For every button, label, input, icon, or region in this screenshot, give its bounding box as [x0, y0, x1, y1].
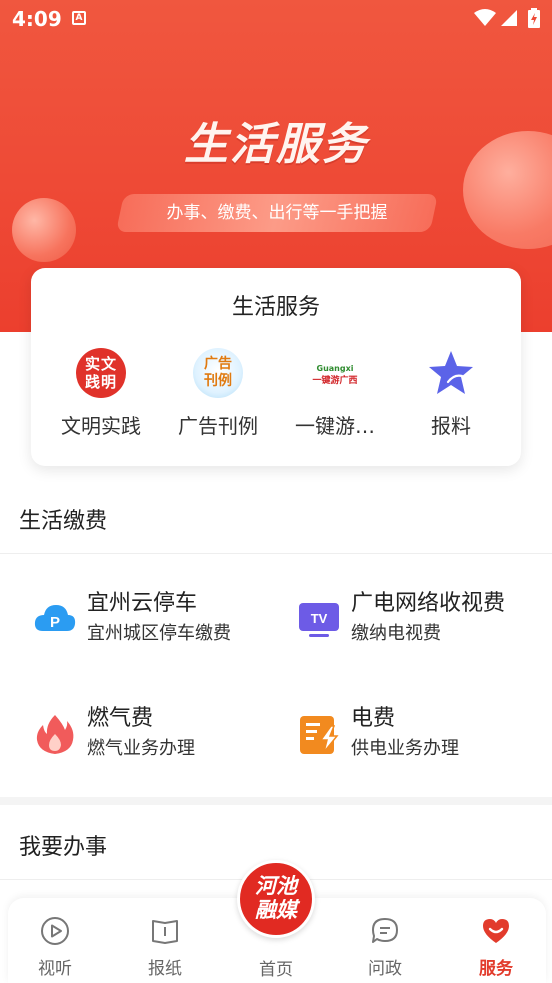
flame-icon [36, 715, 74, 754]
pay-item-name: 燃气费 [87, 706, 154, 731]
nav-item-service[interactable]: 服务 [456, 916, 536, 979]
wifi-icon [474, 9, 496, 26]
nav-label-home[interactable]: 首页 [237, 955, 315, 980]
svg-text:P: P [50, 614, 60, 631]
icon-text: 刊例 [204, 373, 232, 389]
service-civilization[interactable]: 实文 践明 文明实践 [41, 348, 161, 448]
star-icon [429, 351, 473, 394]
icon-text: 践明 [84, 373, 117, 391]
icon-text: Guangxi [316, 364, 354, 373]
card-title: 生活服务 [231, 295, 320, 320]
book-icon [152, 920, 178, 944]
signal-icon [501, 10, 517, 26]
service-report-tip[interactable]: 报料 [391, 348, 511, 448]
decorative-bubble [12, 198, 76, 262]
life-service-card: 生活服务 实文 践明 文明实践 广告 刊例 广告刊例 Guangxi 一键游广西… [31, 268, 521, 466]
service-travel-guangxi[interactable]: Guangxi 一键游广西 一键游… [275, 348, 395, 448]
pay-item-desc: 供电业务办理 [351, 738, 459, 759]
home-logo-button[interactable]: 河池 融媒 [237, 860, 315, 938]
icon-text: 实文 [84, 355, 117, 373]
parking-cloud-icon: P [34, 605, 76, 631]
divider [0, 553, 552, 554]
icon-text: 一键游广西 [312, 376, 358, 386]
icon-text: 广告 [204, 356, 232, 372]
nav-item-video[interactable]: 视听 [15, 916, 95, 979]
nav-label: 报纸 [148, 959, 182, 979]
status-bar: 4:09 A [0, 0, 552, 38]
service-label: 报料 [431, 414, 471, 438]
tv-icon: TV [299, 603, 339, 637]
pay-item-name: 电费 [351, 706, 396, 731]
status-time: 4:09 [12, 7, 62, 31]
pay-item-desc: 缴纳电视费 [351, 623, 441, 644]
nav-label: 视听 [38, 959, 72, 979]
service-grid: 实文 践明 文明实践 广告 刊例 广告刊例 Guangxi 一键游广西 一键游… [31, 348, 521, 448]
ad-rates-icon: 广告 刊例 [193, 348, 243, 398]
nav-label: 服务 [479, 959, 513, 979]
nav-item-newspaper[interactable]: 报纸 [125, 916, 205, 979]
electricity-icon [300, 716, 339, 754]
service-ad-rates[interactable]: 广告 刊例 广告刊例 [158, 348, 278, 448]
nav-item-inquiry[interactable]: 问政 [345, 916, 425, 979]
chat-bubble-icon [372, 918, 398, 943]
nav-label: 问政 [368, 959, 402, 979]
section-heading-affairs: 我要办事 [19, 835, 108, 860]
service-label: 广告刊例 [178, 414, 258, 438]
pay-item-desc: 宜州城区停车缴费 [87, 623, 231, 644]
service-label: 文明实践 [61, 414, 141, 438]
pay-item-desc: 燃气业务办理 [87, 738, 195, 759]
hero-subtitle: 办事、缴费、出行等一手把握 [166, 203, 388, 223]
hero-title: 生活服务 [184, 119, 368, 170]
battery-icon [528, 8, 540, 28]
pay-item-gas[interactable]: 燃气费 燃气业务办理 [33, 700, 293, 770]
service-label: 一键游… [295, 414, 375, 438]
logo-text: 融媒 [255, 898, 297, 922]
logo-text: 河池 [255, 874, 297, 898]
svg-text:TV: TV [311, 611, 328, 626]
pay-item-tv-fee[interactable]: TV 广电网络收视费 缴纳电视费 [297, 585, 552, 655]
pay-item-electricity[interactable]: 电费 供电业务办理 [297, 700, 552, 770]
notification-icon: A [72, 11, 86, 25]
play-circle-icon [41, 917, 69, 945]
travel-guangxi-logo-icon: Guangxi 一键游广西 [310, 348, 360, 398]
pay-item-name: 宜州云停车 [87, 591, 198, 616]
pay-item-name: 广电网络收视费 [351, 591, 506, 616]
pay-item-parking[interactable]: P 宜州云停车 宜州城区停车缴费 [33, 585, 293, 655]
civilization-practice-icon: 实文 践明 [76, 348, 126, 398]
heart-icon [483, 919, 509, 943]
section-gap [0, 797, 552, 805]
section-heading-payments: 生活缴费 [19, 509, 108, 534]
